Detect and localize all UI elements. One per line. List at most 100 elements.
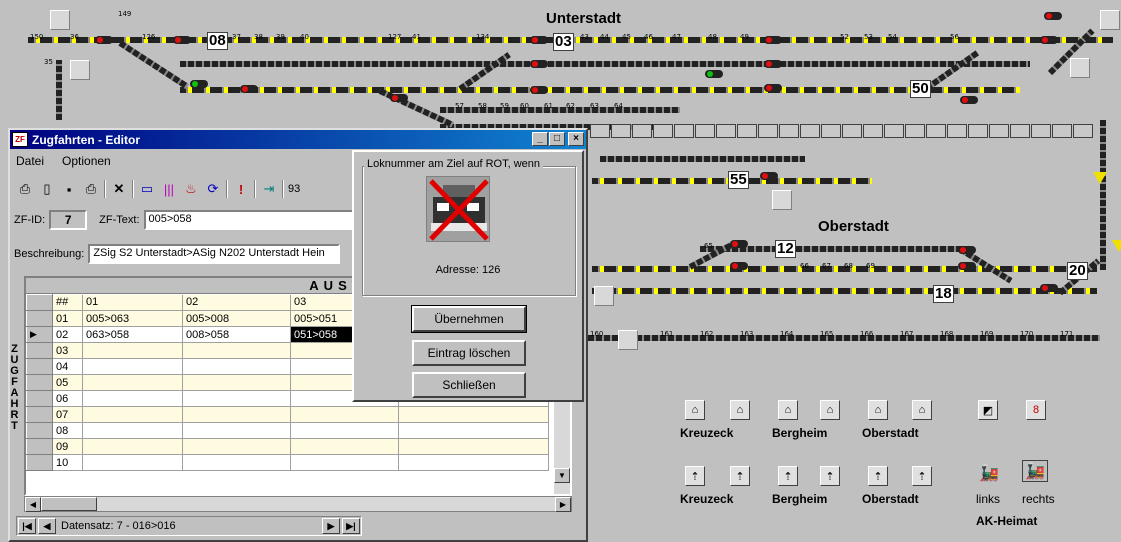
grid-cell[interactable] [82,390,183,407]
table-row[interactable]: 08 [26,422,549,439]
minimize-button[interactable]: _ [532,132,548,146]
grid-cell[interactable]: 008>058 [182,326,291,343]
house-in-icon[interactable]: ⌂ [820,400,840,420]
grid-cell[interactable]: 10 [52,454,83,471]
row-header[interactable] [26,422,53,439]
grid-cell[interactable] [290,454,399,471]
traffic-icon[interactable]: ♨ [182,180,200,198]
grid-cell[interactable]: 05 [52,374,83,391]
house-in-icon[interactable]: ⌂ [778,400,798,420]
horizontal-scrollbar[interactable]: ◀ ▶ [24,496,572,512]
settings-icon[interactable]: ◩ [978,400,998,420]
grid-cell[interactable]: 08 [52,422,83,439]
last-record-button[interactable]: ▶| [342,518,360,534]
row-header[interactable] [26,374,53,391]
house-in-icon[interactable]: ⌂ [912,400,932,420]
grid-cell[interactable] [290,438,399,455]
column-header[interactable]: ## [52,294,83,311]
save-icon[interactable]: ▪ [60,180,78,198]
grid-cell[interactable]: 06 [52,390,83,407]
row-header[interactable] [26,438,53,455]
locomotive-right-icon[interactable]: 🚂 [1022,460,1048,482]
menu-optionen[interactable]: Optionen [62,154,111,168]
row-header[interactable] [26,310,53,327]
print-icon[interactable]: ⎙ [82,180,100,198]
grid-cell[interactable] [82,358,183,375]
grid-cell[interactable] [398,454,549,471]
first-record-button[interactable]: |◀ [18,518,36,534]
locomotive-left-icon[interactable]: 🚂 [976,462,1002,484]
grid-cell[interactable] [182,406,291,423]
table-row[interactable]: 07 [26,406,549,423]
train-out-icon[interactable]: ⇡ [730,466,750,486]
grid-cell[interactable] [82,438,183,455]
row-header[interactable] [26,358,53,375]
menu-datei[interactable]: Datei [16,154,44,168]
window-icon[interactable]: ▭ [138,180,156,198]
grid-cell[interactable]: 04 [52,358,83,375]
apply-button[interactable]: Übernehmen [411,305,527,333]
columns-icon[interactable]: ||| [160,180,178,198]
delete-entry-button[interactable]: Eintrag löschen [412,340,526,366]
grid-cell[interactable] [182,358,291,375]
row-header[interactable] [26,342,53,359]
warning-icon[interactable]: ! [232,180,250,198]
prev-record-button[interactable]: ◀ [38,518,56,534]
train-out-icon[interactable]: ⇡ [868,466,888,486]
column-header[interactable]: 01 [82,294,183,311]
row-header[interactable] [26,406,53,423]
grid-cell[interactable] [182,390,291,407]
grid-cell[interactable]: 07 [52,406,83,423]
close-dialog-button[interactable]: Schließen [412,372,526,398]
grid-cell[interactable] [82,342,183,359]
grid-cell[interactable] [182,342,291,359]
house-in-icon[interactable]: ⌂ [685,400,705,420]
grid-cell[interactable]: 063>058 [82,326,183,343]
description-field[interactable]: ZSig S2 Unterstadt>ASig N202 Unterstadt … [88,244,341,264]
table-row[interactable]: 10 [26,454,549,471]
grid-cell[interactable] [182,422,291,439]
next-record-button[interactable]: ▶ [322,518,340,534]
maximize-button[interactable]: □ [549,132,565,146]
exit-icon[interactable]: ⇥ [260,180,278,198]
grid-cell[interactable] [182,374,291,391]
grid-cell[interactable] [182,454,291,471]
row-header[interactable] [26,390,53,407]
grid-cell[interactable] [290,406,399,423]
grid-cell[interactable] [82,406,183,423]
row-header[interactable] [26,454,53,471]
scroll-down-icon[interactable]: ▼ [554,468,570,483]
grid-cell[interactable]: 09 [52,438,83,455]
house-in-icon[interactable]: ⌂ [730,400,750,420]
grid-cell[interactable] [290,422,399,439]
grid-cell[interactable] [182,438,291,455]
delete-icon[interactable]: ✕ [110,180,128,198]
grid-cell[interactable]: 03 [52,342,83,359]
grid-cell[interactable] [398,406,549,423]
grid-cell[interactable] [398,438,549,455]
grid-cell[interactable]: 005>063 [82,310,183,327]
table-row[interactable]: 09 [26,438,549,455]
house-in-icon[interactable]: ⌂ [868,400,888,420]
scroll-left-icon[interactable]: ◀ [25,497,41,512]
close-button[interactable]: × [568,132,584,146]
train-out-icon[interactable]: ⇡ [685,466,705,486]
column-header[interactable]: 02 [182,294,291,311]
refresh-icon[interactable]: ⟳ [204,180,222,198]
grid-cell[interactable] [82,374,183,391]
scroll-thumb[interactable] [41,497,97,511]
train-out-icon[interactable]: ⇡ [820,466,840,486]
grid-cell[interactable]: 005>008 [182,310,291,327]
current-row-indicator[interactable]: ▶ [26,326,53,343]
train-out-icon[interactable]: ⇡ [778,466,798,486]
grid-cell[interactable] [398,422,549,439]
grid-cell[interactable]: 01 [52,310,83,327]
grid-cell[interactable] [82,422,183,439]
traffic-light-icon[interactable]: 8 [1026,400,1046,420]
scroll-right-icon[interactable]: ▶ [555,497,571,512]
train-out-icon[interactable]: ⇡ [912,466,932,486]
grid-cell[interactable]: 02 [52,326,83,343]
grid-cell[interactable] [82,454,183,471]
new-document-icon[interactable]: ▯ [38,180,56,198]
title-bar[interactable]: ZF Zugfahrten - Editor _ □ × [10,130,586,149]
